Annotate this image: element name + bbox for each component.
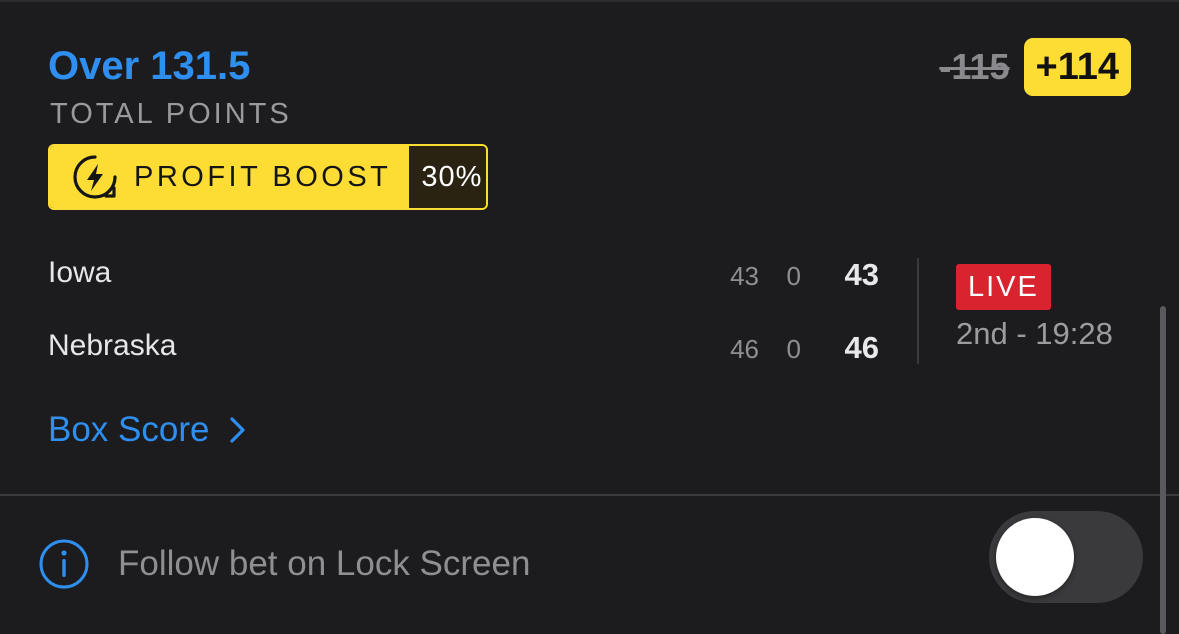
chevron-right-icon xyxy=(229,416,247,444)
section-divider xyxy=(0,494,1179,496)
top-divider xyxy=(0,0,1179,2)
team-1-half1-score: 43 xyxy=(730,261,759,291)
box-score-link[interactable]: Box Score xyxy=(48,410,247,450)
original-odds: -115 xyxy=(939,46,1010,87)
team-2-total-score: 46 xyxy=(844,330,879,365)
follow-bet-toggle[interactable] xyxy=(989,511,1143,603)
lightning-boost-icon xyxy=(70,152,120,202)
team-2-half1-score: 46 xyxy=(730,334,759,364)
toggle-knob xyxy=(996,518,1074,596)
team-1-total-score: 43 xyxy=(844,257,879,292)
team-2-half2-score: 0 xyxy=(786,334,801,364)
follow-bet-row: Follow bet on Lock Screen xyxy=(38,538,530,590)
profit-boost-badge: PROFIT BOOST 30% xyxy=(48,144,488,210)
odds-display: -115 +114 xyxy=(939,38,1131,96)
scrollbar[interactable] xyxy=(1160,306,1166,634)
market-label: TOTAL POINTS xyxy=(50,98,292,130)
boosted-odds: +114 xyxy=(1023,38,1131,96)
profit-boost-main: PROFIT BOOST xyxy=(50,146,410,208)
team-name-home: Iowa xyxy=(48,256,112,289)
profit-boost-percent: 30% xyxy=(409,146,486,208)
info-icon[interactable] xyxy=(38,538,90,590)
box-score-label: Box Score xyxy=(48,410,210,449)
live-badge: LIVE xyxy=(956,264,1051,310)
team-1-half2-score: 0 xyxy=(786,261,801,291)
bet-selection: Over 131.5 xyxy=(48,44,251,88)
follow-bet-label: Follow bet on Lock Screen xyxy=(118,544,531,583)
team-name-away: Nebraska xyxy=(48,329,177,362)
game-clock: 2nd - 19:28 xyxy=(956,316,1113,351)
profit-boost-label: PROFIT BOOST xyxy=(134,160,392,193)
score-divider xyxy=(917,258,919,364)
